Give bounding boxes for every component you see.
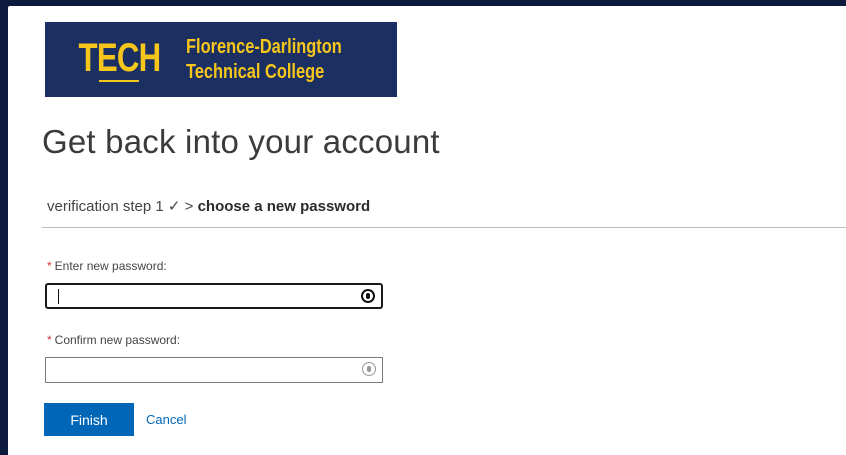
page-title: Get back into your account bbox=[42, 123, 440, 160]
step-breadcrumb: verification step 1 ✓ > choose a new pas… bbox=[47, 197, 370, 215]
confirm-password-label-text: Confirm new password: bbox=[54, 333, 181, 347]
confirm-password-input[interactable] bbox=[46, 358, 352, 382]
logo-mark-text: TECH bbox=[78, 35, 162, 80]
logo-name: Florence-Darlington Technical College bbox=[186, 35, 342, 85]
step-separator: > bbox=[184, 198, 194, 215]
finish-button[interactable]: Finish bbox=[44, 403, 134, 436]
cancel-link[interactable]: Cancel bbox=[146, 412, 186, 427]
new-password-field[interactable] bbox=[45, 283, 383, 309]
confirm-password-field[interactable] bbox=[45, 357, 383, 383]
password-reveal-icon[interactable] bbox=[362, 362, 376, 376]
college-logo: TECH Florence-Darlington Technical Colle… bbox=[45, 22, 397, 97]
new-password-label-text: Enter new password: bbox=[54, 259, 167, 273]
required-marker: * bbox=[47, 259, 52, 273]
logo-name-line2: Technical College bbox=[185, 60, 325, 83]
required-marker: * bbox=[47, 333, 52, 347]
step-current: choose a new password bbox=[197, 198, 371, 215]
confirm-password-label: * Confirm new password: bbox=[47, 333, 180, 347]
page-frame: TECH Florence-Darlington Technical Colle… bbox=[8, 6, 846, 455]
new-password-label: * Enter new password: bbox=[47, 259, 167, 273]
logo-mark-rule bbox=[99, 79, 140, 82]
step-completed: verification step 1 ✓ bbox=[47, 198, 181, 215]
logo-mark: TECH bbox=[67, 38, 172, 82]
password-reveal-icon[interactable] bbox=[361, 289, 375, 303]
text-caret bbox=[58, 289, 59, 304]
new-password-input[interactable] bbox=[47, 285, 353, 307]
logo-name-line1: Florence-Darlington bbox=[185, 35, 342, 58]
section-divider bbox=[42, 227, 846, 228]
